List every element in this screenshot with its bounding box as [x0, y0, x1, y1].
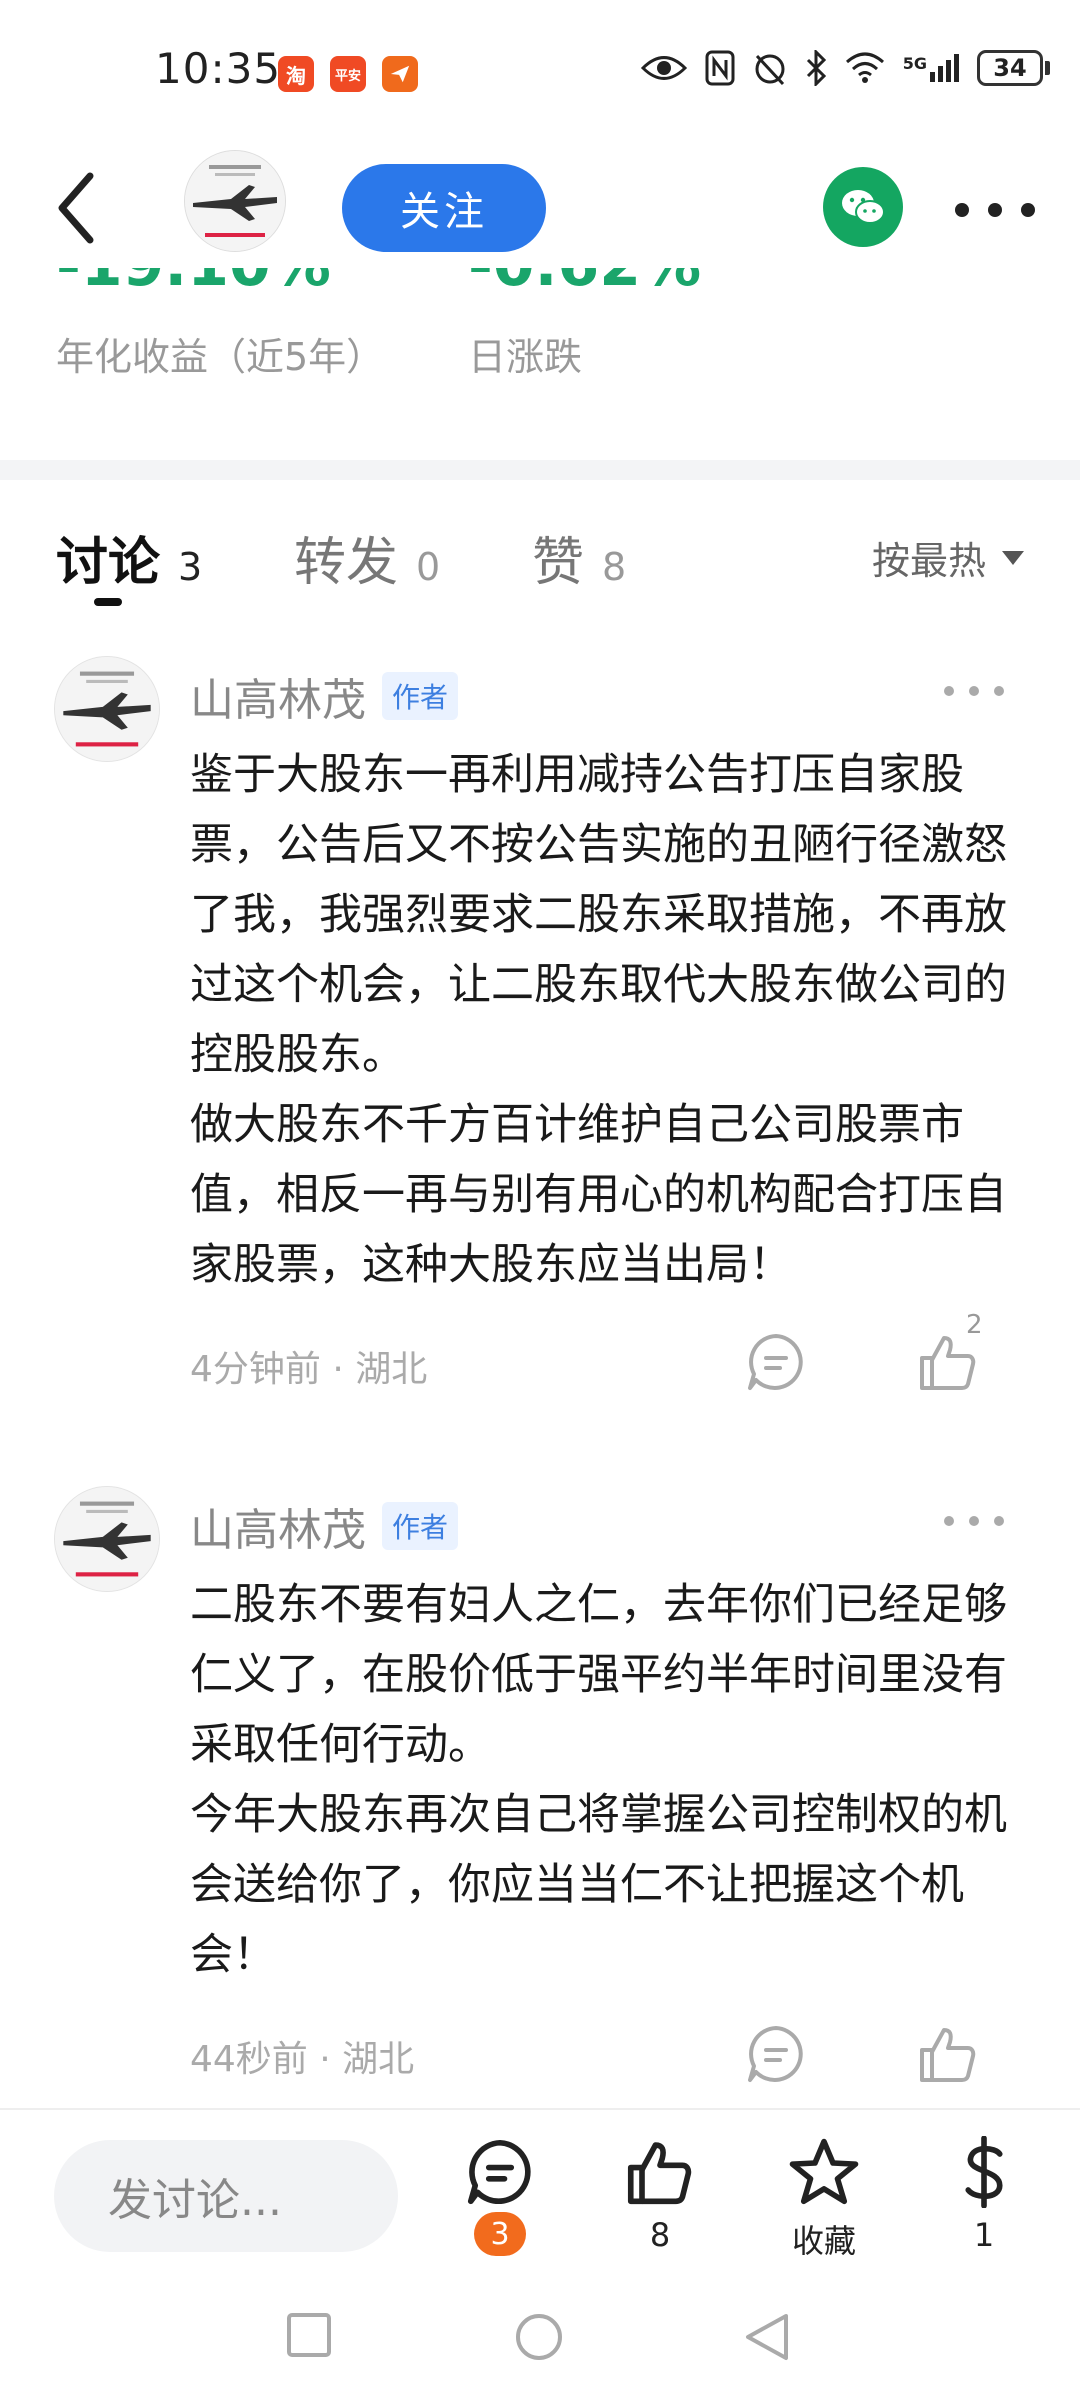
post-discussion-input[interactable]: 发讨论...	[54, 2140, 398, 2252]
square-icon	[287, 2313, 331, 2357]
reply-button[interactable]	[744, 2022, 808, 2086]
daily-change-value: -0.62%	[468, 268, 701, 300]
comment-paragraph: 今年大股东再次自己将掌握公司控制权的机会送给你了，你应当当仁不让把握这个机会！	[190, 1790, 1007, 1980]
status-time: 10:35	[155, 44, 282, 93]
thumbs-up-icon	[920, 2028, 976, 2082]
author-badge: 作者	[382, 672, 459, 720]
taobao-icon: 淘	[278, 56, 314, 92]
sort-dropdown[interactable]: 按最热	[872, 530, 1024, 585]
comment-author[interactable]: 山高林茂	[190, 664, 366, 728]
dot	[955, 203, 969, 217]
tab-likes[interactable]: 赞 8	[532, 520, 626, 595]
status-icons: 5G 34	[640, 50, 1050, 86]
tab-label: 转发	[294, 533, 399, 593]
back-button[interactable]	[50, 168, 110, 248]
like-button[interactable]	[916, 2022, 980, 2086]
comment-more-button[interactable]	[944, 1516, 1004, 1528]
bluetooth-icon	[806, 50, 826, 86]
more-options-button[interactable]	[955, 190, 1035, 230]
favorite-button[interactable]: 收藏	[764, 2136, 884, 2262]
tab-discussion[interactable]: 讨论 3	[56, 520, 202, 595]
comment-paragraph: 二股东不要有妇人之仁，去年你们已经足够仁义了，在股价低于强平约半年时间里没有采取…	[190, 1580, 1007, 1770]
like-post-button[interactable]: 8	[600, 2136, 720, 2254]
nfc-icon	[705, 50, 735, 86]
comment-meta: 44秒前 · 湖北	[190, 2039, 415, 2080]
tip-button[interactable]: 1	[924, 2136, 1044, 2254]
comment-bubble-icon	[748, 2026, 803, 2082]
tab-count: 8	[602, 545, 627, 589]
dot	[1021, 203, 1035, 217]
battery-icon: 34	[977, 50, 1050, 86]
comment-header: 山高林茂 作者	[190, 664, 459, 728]
annual-return-label: 年化收益（近5年）	[56, 335, 385, 378]
wechat-icon	[842, 190, 885, 224]
recent-apps-button[interactable]	[286, 2312, 332, 2362]
active-tab-indicator	[94, 598, 122, 606]
favorite-label: 收藏	[791, 2222, 856, 2260]
comment-location: 湖北	[355, 1349, 428, 1390]
comment-paragraph: 做大股东不千方百计维护自己公司股票市值，相反一再与别有用心的机构配合打压自家股票…	[190, 1100, 1007, 1290]
comment-paragraph: 鉴于大股东一再利用减持公告打压自家股票，公告后又不按公告实施的丑陋行径激怒了我，…	[190, 750, 1007, 1080]
tab-label: 讨论	[56, 533, 161, 593]
circle-icon	[516, 2314, 562, 2360]
eye-icon	[640, 56, 687, 80]
comment-time: 4分钟前	[190, 1349, 321, 1390]
portfolio-stats: -19.10% 年化收益（近5年） -0.62% 日涨跌	[0, 268, 1080, 378]
comment-author[interactable]: 山高林茂	[190, 1494, 366, 1558]
paper-plane-app-icon	[382, 56, 418, 92]
comment-count-badge: 3	[474, 2212, 526, 2256]
wifi-icon	[845, 52, 884, 83]
follow-button[interactable]: 关注	[342, 164, 546, 252]
comment-location: 湖北	[342, 2039, 415, 2080]
comment-bubble-icon	[467, 2139, 531, 2205]
comment-meta: 4分钟前 · 湖北	[190, 1349, 428, 1390]
pingan-bank-icon: 平安	[330, 56, 366, 92]
like-count: 8	[649, 2216, 671, 2254]
like-count: 2	[966, 1310, 983, 1340]
comment-body: 二股东不要有妇人之仁，去年你们已经足够仁义了，在股价低于强平约半年时间里没有采取…	[190, 1570, 1040, 1990]
home-button[interactable]	[514, 2312, 564, 2366]
dollar-icon	[965, 2136, 1003, 2208]
battery-level: 34	[977, 50, 1043, 86]
comment-avatar[interactable]	[54, 656, 160, 762]
section-divider	[0, 460, 1080, 480]
portfolio-avatar[interactable]	[184, 150, 286, 252]
tip-count: 1	[973, 2216, 995, 2254]
comment-body: 鉴于大股东一再利用减持公告打压自家股票，公告后又不按公告实施的丑陋行径激怒了我，…	[190, 740, 1040, 1300]
tab-repost[interactable]: 转发 0	[294, 520, 440, 595]
alarm-off-icon	[755, 54, 785, 86]
comment-avatar[interactable]	[54, 1486, 160, 1592]
comment-header: 山高林茂 作者	[190, 1494, 459, 1558]
comment-time: 44秒前	[190, 2039, 308, 2080]
comment-more-button[interactable]	[944, 686, 1004, 698]
star-icon	[789, 2138, 859, 2205]
nav-back-button[interactable]	[744, 2312, 790, 2366]
cellular-signal-icon: 5G	[903, 54, 959, 82]
comment-bubble-icon	[748, 1334, 803, 1390]
daily-change-label: 日涨跌	[468, 335, 583, 378]
author-badge: 作者	[382, 1502, 459, 1550]
sort-label: 按最热	[871, 539, 986, 583]
tab-label: 赞	[532, 533, 585, 593]
caret-down-icon	[1002, 550, 1024, 565]
tab-count: 3	[178, 545, 203, 589]
tab-count: 0	[416, 545, 441, 589]
thumbs-up-icon	[627, 2142, 692, 2205]
reply-button[interactable]	[744, 1330, 808, 1394]
wechat-share-button[interactable]	[823, 167, 903, 247]
comments-button[interactable]: 3	[440, 2136, 560, 2256]
triangle-back-icon	[746, 2314, 788, 2360]
dot	[988, 203, 1002, 217]
back-arrow-icon	[58, 172, 94, 244]
annual-return-value: -19.10%	[56, 268, 331, 300]
